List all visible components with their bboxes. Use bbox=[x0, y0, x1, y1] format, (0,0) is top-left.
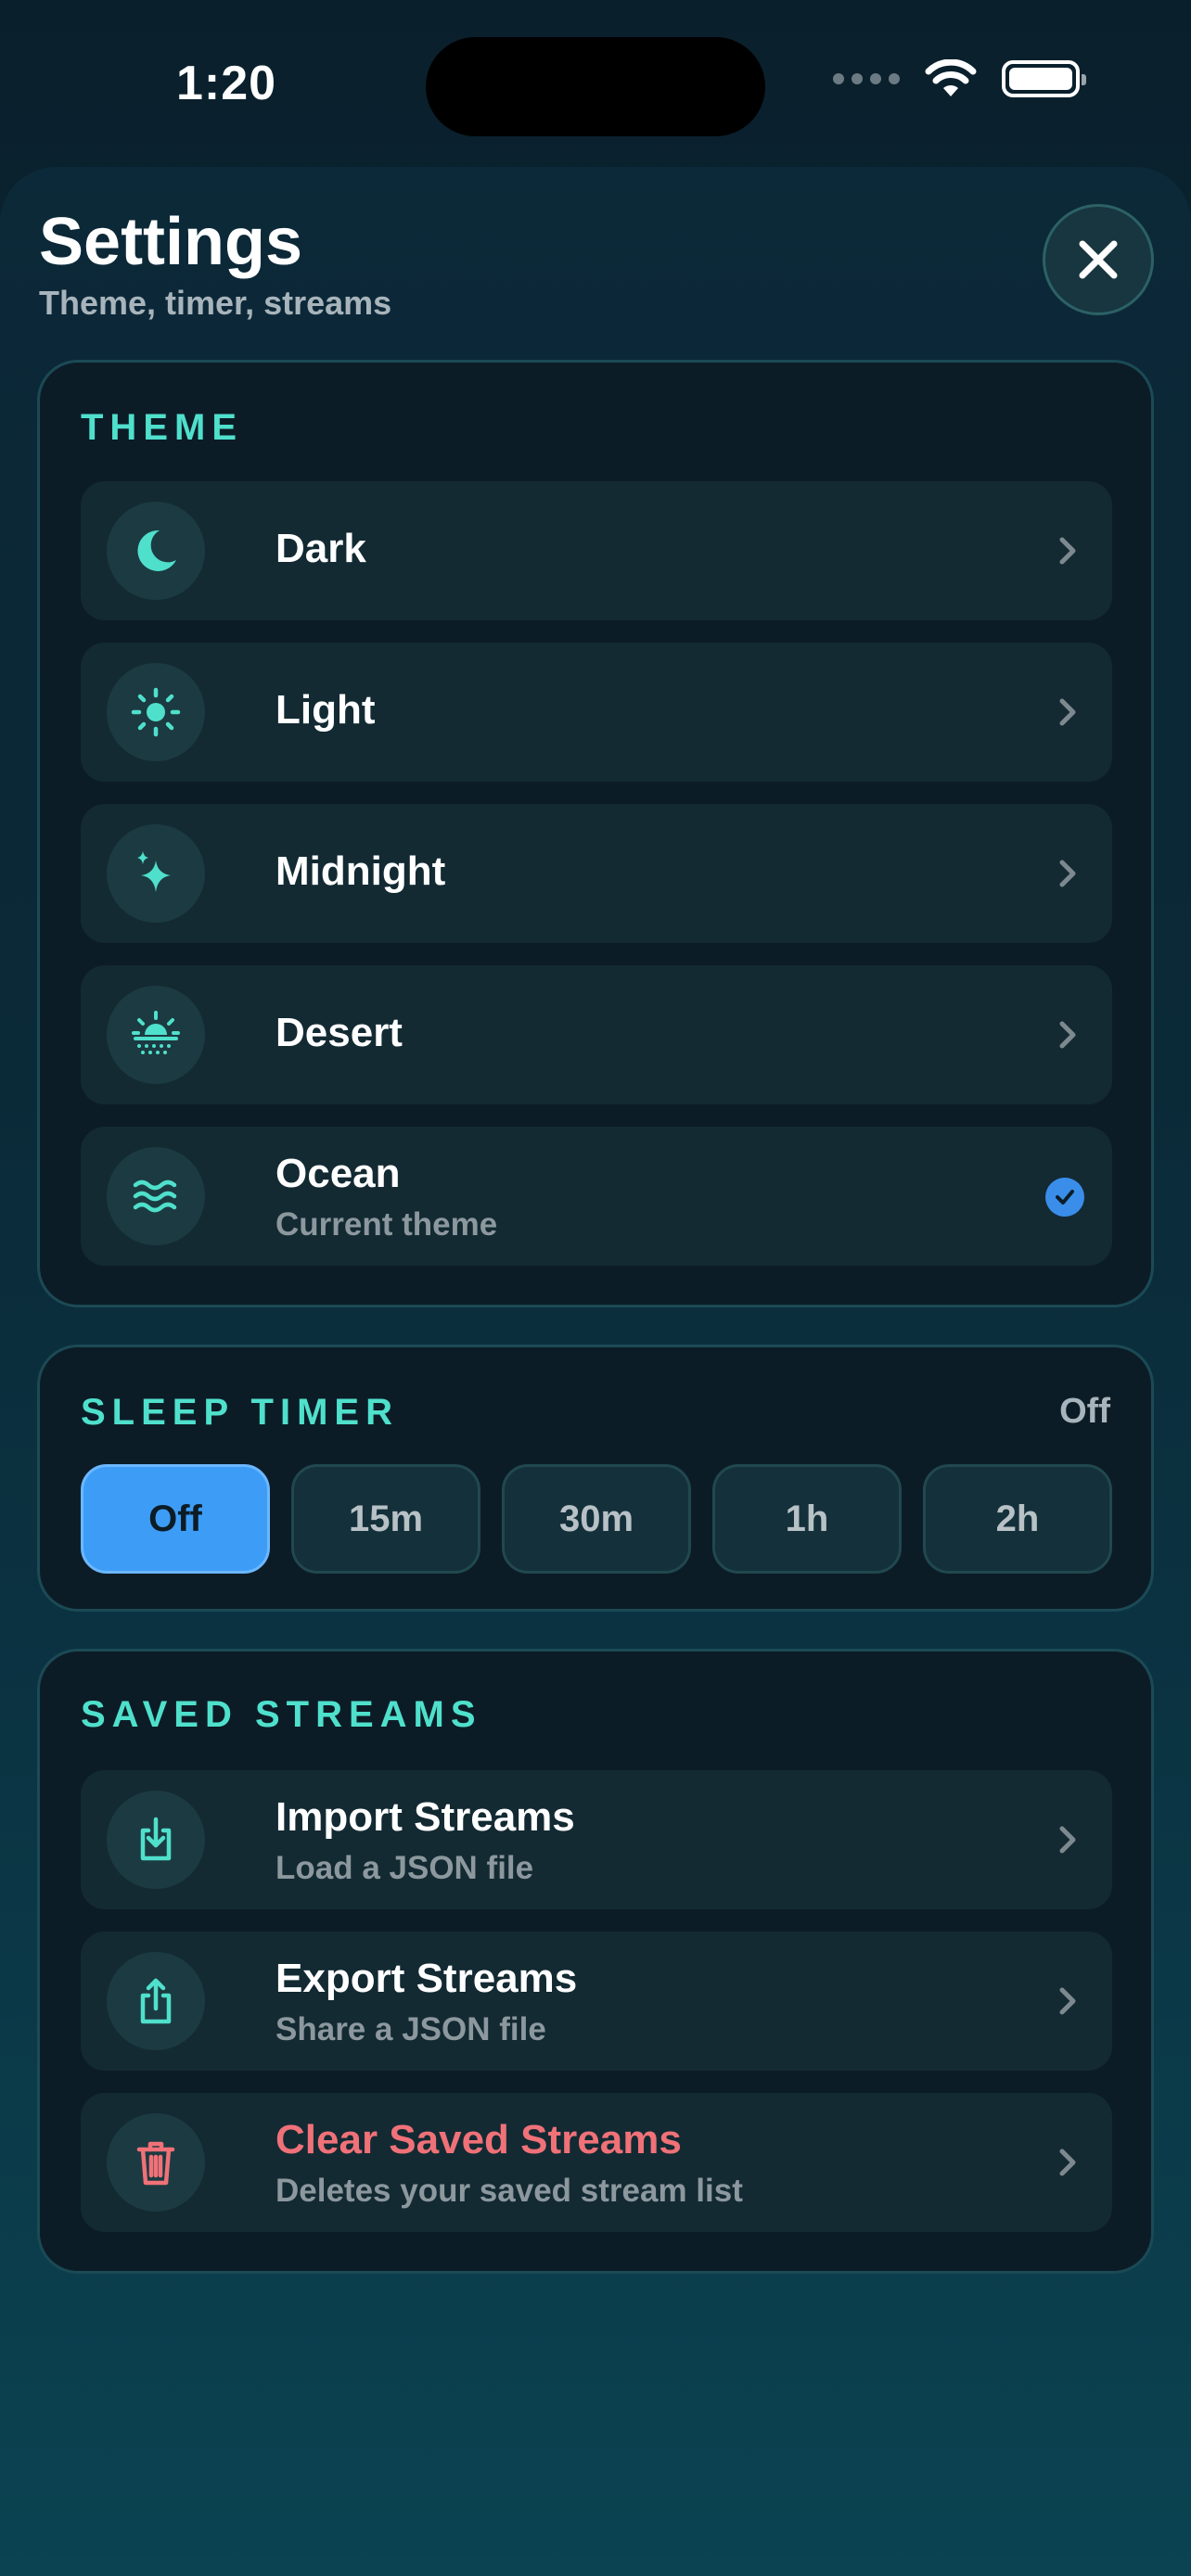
timer-option-off[interactable]: Off bbox=[81, 1464, 270, 1574]
theme-option-midnight[interactable]: Midnight bbox=[81, 804, 1112, 943]
waves-icon bbox=[107, 1147, 205, 1245]
chevron-right-icon bbox=[1059, 1826, 1076, 1854]
chevron-right-icon bbox=[1059, 1987, 1076, 2015]
page-title: Settings bbox=[39, 205, 303, 279]
export-streams-label: Export Streams bbox=[275, 1956, 578, 2001]
saved-streams-section-title: SAVED STREAMS bbox=[81, 1694, 482, 1735]
clear-saved-streams-row[interactable]: Clear Saved Streams Deletes your saved s… bbox=[81, 2093, 1112, 2232]
dynamic-island bbox=[426, 37, 765, 136]
theme-option-label: Ocean bbox=[275, 1151, 401, 1196]
theme-card: THEME Dark Light Midnight Desert Ocean C… bbox=[37, 360, 1154, 1307]
timer-option-30m[interactable]: 30m bbox=[502, 1464, 691, 1574]
status-time: 1:20 bbox=[176, 57, 277, 110]
cellular-signal-icon bbox=[833, 73, 900, 84]
timer-option-15m[interactable]: 15m bbox=[291, 1464, 480, 1574]
moon-icon bbox=[107, 502, 205, 600]
theme-option-ocean[interactable]: Ocean Current theme bbox=[81, 1127, 1112, 1266]
chevron-right-icon bbox=[1059, 2149, 1076, 2176]
timer-option-1h[interactable]: 1h bbox=[712, 1464, 902, 1574]
share-icon bbox=[107, 1952, 205, 2050]
status-icons bbox=[833, 59, 1086, 98]
chevron-right-icon bbox=[1059, 698, 1076, 726]
import-streams-label: Import Streams bbox=[275, 1794, 575, 1840]
theme-option-label: Light bbox=[275, 687, 376, 733]
sunset-icon bbox=[107, 986, 205, 1084]
close-button[interactable] bbox=[1043, 204, 1154, 315]
sun-icon bbox=[107, 663, 205, 761]
theme-option-label: Midnight bbox=[275, 848, 446, 894]
trash-icon bbox=[107, 2113, 205, 2212]
import-icon bbox=[107, 1791, 205, 1889]
theme-option-desert[interactable]: Desert bbox=[81, 965, 1112, 1104]
chevron-right-icon bbox=[1059, 537, 1076, 565]
export-streams-sublabel: Share a JSON file bbox=[275, 2011, 546, 2047]
timer-option-2h[interactable]: 2h bbox=[923, 1464, 1112, 1574]
sparkles-icon bbox=[107, 824, 205, 923]
chevron-right-icon bbox=[1059, 860, 1076, 887]
battery-icon bbox=[1002, 60, 1086, 97]
import-streams-sublabel: Load a JSON file bbox=[275, 1850, 534, 1886]
theme-option-label: Dark bbox=[275, 526, 366, 571]
sleep-timer-card: SLEEP TIMER Off Off 15m 30m 1h 2h bbox=[37, 1345, 1154, 1612]
import-streams-row[interactable]: Import Streams Load a JSON file bbox=[81, 1770, 1112, 1909]
theme-section-title: THEME bbox=[81, 407, 243, 448]
page-subtitle: Theme, timer, streams bbox=[39, 284, 392, 322]
wifi-icon bbox=[925, 59, 977, 96]
export-streams-row[interactable]: Export Streams Share a JSON file bbox=[81, 1932, 1112, 2071]
sleep-timer-section-title: SLEEP TIMER bbox=[81, 1392, 399, 1433]
clear-saved-streams-label: Clear Saved Streams bbox=[275, 2117, 682, 2162]
chevron-right-icon bbox=[1059, 1021, 1076, 1049]
settings-sheet: Settings Theme, timer, streams THEME Dar… bbox=[0, 167, 1191, 2576]
sleep-timer-current-value: Off bbox=[1059, 1392, 1110, 1431]
checkmark-icon bbox=[1045, 1178, 1084, 1217]
theme-option-dark[interactable]: Dark bbox=[81, 481, 1112, 620]
theme-option-light[interactable]: Light bbox=[81, 643, 1112, 782]
status-bar: 1:20 bbox=[0, 0, 1191, 167]
current-theme-label: Current theme bbox=[275, 1206, 498, 1243]
theme-option-label: Desert bbox=[275, 1010, 403, 1055]
clear-saved-streams-sublabel: Deletes your saved stream list bbox=[275, 2173, 743, 2209]
close-icon bbox=[1079, 240, 1118, 279]
saved-streams-card: SAVED STREAMS Import Streams Load a JSON… bbox=[37, 1649, 1154, 2274]
